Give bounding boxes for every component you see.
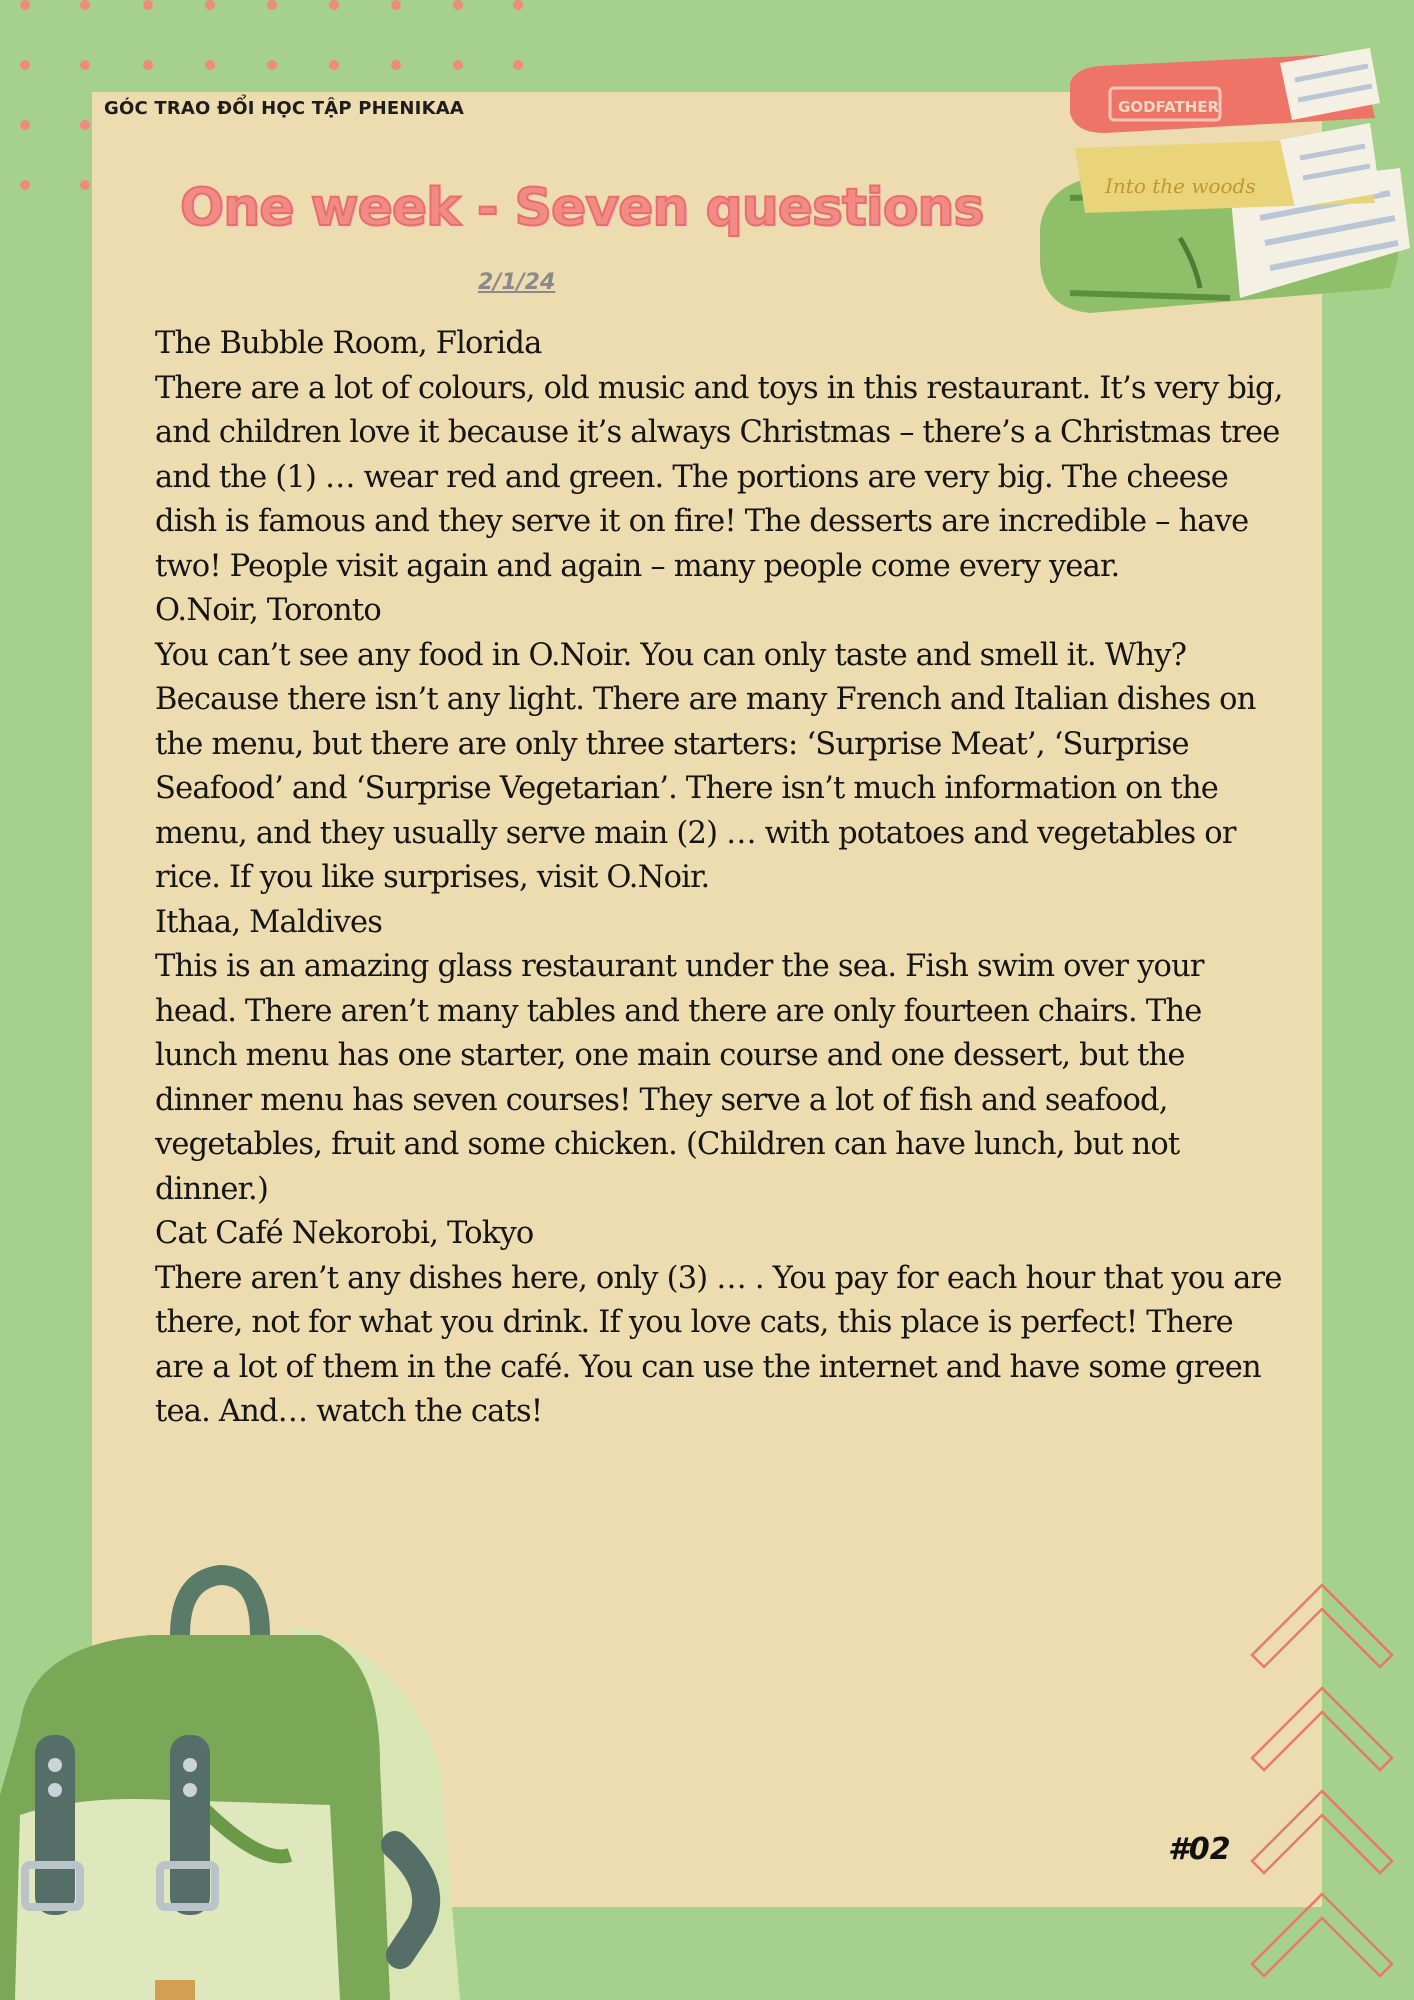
page-title: One week - Seven questions	[179, 177, 985, 239]
section-heading: Cat Café Nekorobi, Tokyo	[155, 1216, 534, 1251]
section-heading: Ithaa, Maldives	[155, 904, 383, 940]
restaurant-section-ithaa: Ithaa, Maldives This is an amazing glass…	[155, 901, 1285, 1213]
section-paragraph: There are a lot of colours, old music an…	[155, 370, 1283, 584]
article-body: The Bubble Room, Florida There are a lot…	[155, 322, 1285, 1435]
section-paragraph: There aren’t any dishes here, only (3) ……	[155, 1260, 1282, 1430]
date-label: 2/1/24	[478, 270, 556, 295]
book-title-yellow: Into the woods	[1104, 174, 1256, 198]
restaurant-section-cat-cafe: Cat Café Nekorobi, Tokyo There aren’t an…	[155, 1212, 1285, 1435]
chevron-up-icon	[1250, 1583, 1394, 1978]
restaurant-section-onoir: O.Noir, Toronto You can’t see any food i…	[155, 589, 1285, 901]
page-number: #02	[1168, 1832, 1231, 1867]
section-heading: The Bubble Room, Florida	[155, 326, 542, 361]
stacked-books-icon: Into the woods GODFATHER	[1040, 48, 1410, 313]
section-heading: O.Noir, Toronto	[155, 593, 382, 628]
header-label: GÓC TRAO ĐỔI HỌC TẬP PHENIKAA	[104, 98, 464, 119]
book-title-red: GODFATHER	[1118, 98, 1220, 116]
section-paragraph: This is an amazing glass restaurant unde…	[155, 949, 1205, 1207]
section-paragraph: You can’t see any food in O.Noir. You ca…	[155, 637, 1256, 896]
backpack-icon	[0, 1565, 460, 2000]
restaurant-section-bubble-room: The Bubble Room, Florida There are a lot…	[155, 322, 1285, 589]
